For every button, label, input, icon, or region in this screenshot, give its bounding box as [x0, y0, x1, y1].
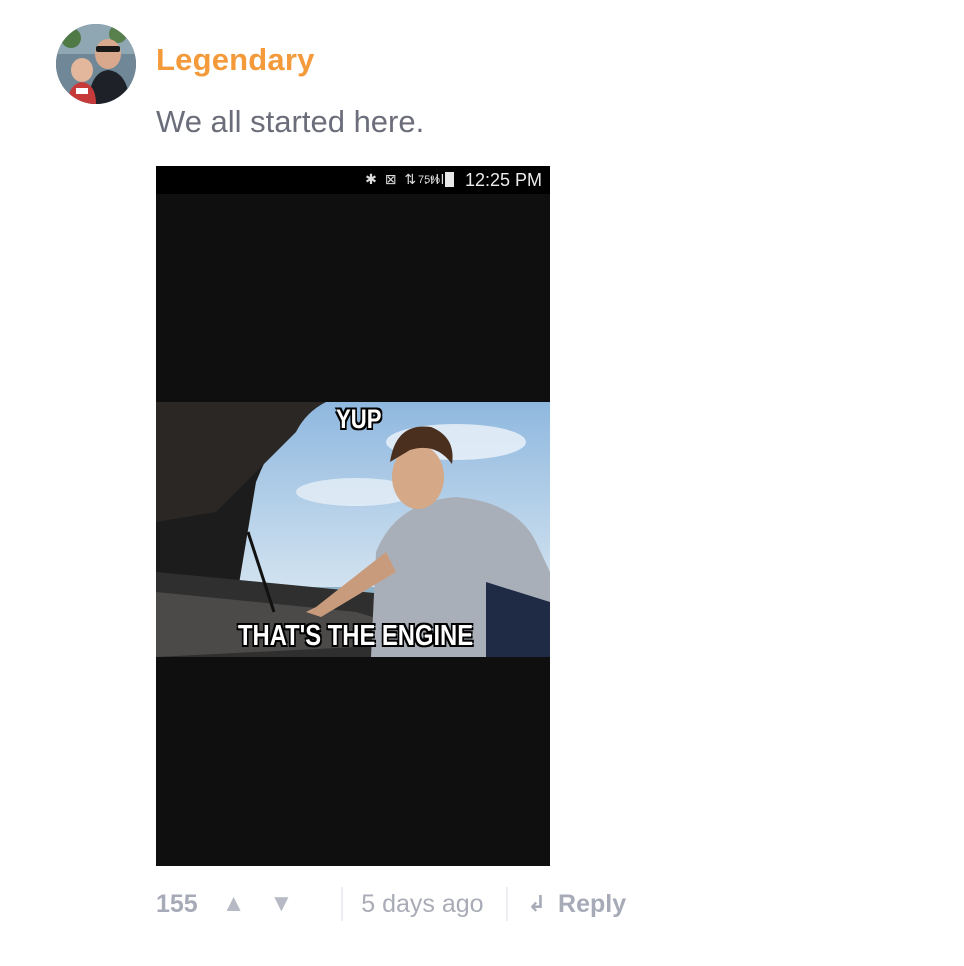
comment-text: We all started here. [156, 104, 425, 139]
status-clock: 12:25 PM [464, 170, 542, 190]
battery-icon [445, 172, 454, 187]
meme-image: YUP THAT'S THE ENGINE [156, 402, 550, 657]
footer-divider [341, 887, 344, 921]
reply-button[interactable]: ↲ Reply [528, 890, 627, 919]
vote-count: 155 [156, 889, 198, 918]
downvote-icon[interactable]: ▼ [269, 890, 293, 918]
upvote-icon[interactable]: ▲ [222, 890, 246, 918]
avatar[interactable] [56, 24, 136, 104]
phone-status-bar: ✱ ⊠ ⇅ .ıll 75% 12:25 PM [156, 166, 550, 194]
timestamp[interactable]: 5 days ago [361, 890, 483, 919]
username[interactable]: Legendary [156, 42, 315, 78]
battery-percent: 75% [417, 174, 440, 186]
footer-divider [505, 887, 508, 921]
comment: Legendary We all started here. ✱ ⊠ ⇅ .ıl… [0, 0, 964, 966]
reply-label: Reply [558, 889, 627, 918]
reply-arrow-icon: ↲ [527, 891, 547, 916]
meme-bottom-text: THAT'S THE ENGINE [238, 620, 474, 652]
meme-top-text: YUP [336, 404, 382, 434]
comment-footer: 155 ▲ ▼ 5 days ago ↲ Reply [156, 884, 626, 924]
comment-image[interactable]: ✱ ⊠ ⇅ .ıll 75% 12:25 PM YUP THAT'S THE E… [156, 166, 550, 866]
